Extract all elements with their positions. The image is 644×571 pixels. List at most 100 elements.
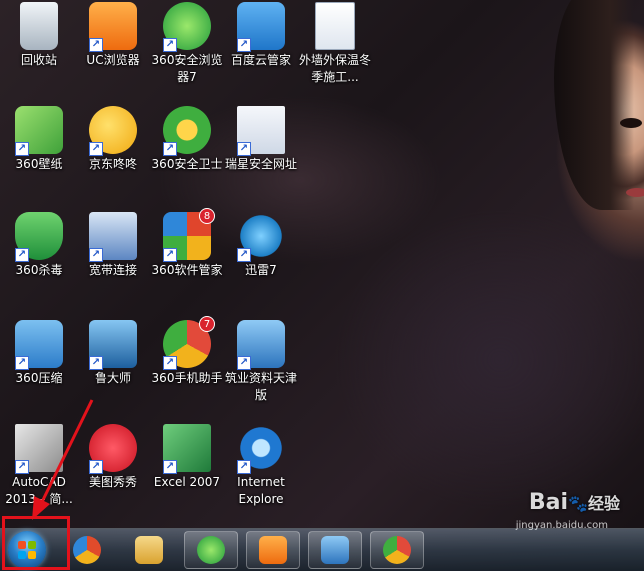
icon-label: AutoCAD 2013 – 简...	[5, 475, 73, 506]
broadband-connection-icon: ↗	[89, 212, 137, 262]
shortcut-arrow-icon: ↗	[89, 142, 103, 156]
desktop-icon-zhuye[interactable]: ↗ 筑业资料天津版	[224, 320, 298, 404]
baidu-jingyan-watermark: Bai🐾经验	[528, 490, 620, 515]
icon-label: Excel 2007	[153, 475, 221, 489]
desktop-icon-excel[interactable]: ↗ Excel 2007	[150, 424, 224, 491]
icon-label: 360压缩	[15, 371, 63, 385]
desktop-icon-360-wallpaper[interactable]: ↗ 360壁纸	[2, 106, 76, 173]
watermark-brand2: 经验	[587, 494, 620, 513]
shortcut-arrow-icon: ↗	[237, 38, 251, 52]
taskbar-uc-browser[interactable]	[246, 531, 300, 569]
icon-label: 360安全卫士	[151, 157, 223, 171]
meitu-icon: ↗	[89, 424, 137, 474]
desktop-icon-360-compress[interactable]: ↗ 360压缩	[2, 320, 76, 387]
shortcut-arrow-icon: ↗	[163, 356, 177, 370]
desktop: 回收站 ↗ 360壁纸 ↗ 360杀毒 ↗ 360压缩 ↗ AutoCAD 20…	[0, 0, 644, 528]
360-wallpaper-icon: ↗	[15, 106, 63, 156]
shortcut-arrow-icon: ↗	[237, 142, 251, 156]
taskbar-file-explorer[interactable]	[122, 531, 176, 569]
taskbar-360-browser[interactable]	[184, 531, 238, 569]
internet-explorer-icon: ↗	[237, 424, 285, 474]
icon-label: UC浏览器	[86, 53, 140, 67]
shortcut-arrow-icon: ↗	[163, 248, 177, 262]
desktop-icon-uc-browser[interactable]: ↗ UC浏览器	[76, 2, 150, 69]
desktop-icon-word-document[interactable]: 外墙外保温冬季施工...	[298, 2, 372, 86]
shortcut-arrow-icon: ↗	[89, 38, 103, 52]
shortcut-arrow-icon: ↗	[163, 460, 177, 474]
uc-browser-icon: ↗	[89, 2, 137, 52]
shortcut-arrow-icon: ↗	[237, 460, 251, 474]
desktop-icon-rising-browser[interactable]: ↗ 瑞星安全网址	[224, 106, 298, 173]
word-document-icon	[315, 2, 355, 50]
shortcut-arrow-icon: ↗	[237, 248, 251, 262]
icon-label: 迅雷7	[245, 263, 277, 277]
360-security-icon: ↗	[163, 106, 211, 156]
excel-icon: ↗	[163, 424, 211, 474]
desktop-icon-meitu[interactable]: ↗ 美图秀秀	[76, 424, 150, 491]
icon-label: 外墙外保温冬季施工...	[298, 53, 371, 84]
360-antivirus-icon: ↗	[15, 212, 63, 262]
shortcut-arrow-icon: ↗	[237, 356, 251, 370]
desktop-icon-360-software-manager[interactable]: 8 ↗ 360软件管家	[150, 208, 224, 279]
360-browser-taskbar-icon	[197, 536, 225, 564]
shortcut-arrow-icon: ↗	[163, 38, 177, 52]
shortcut-arrow-icon: ↗	[89, 356, 103, 370]
watermark-url: jingyan.baidu.com	[515, 520, 608, 531]
icon-label: 瑞星安全网址	[224, 157, 297, 171]
360-phone-assistant-icon: 7 ↗	[163, 316, 215, 370]
red-highlight-box	[2, 516, 70, 570]
icon-label: 筑业资料天津版	[224, 371, 297, 402]
icon-label: 360软件管家	[151, 263, 223, 277]
icon-label: 360安全浏览器7	[151, 53, 223, 84]
desktop-icon-broadband[interactable]: ↗ 宽带连接	[76, 212, 150, 279]
desktop-icon-ludashi[interactable]: ↗ 鲁大师	[76, 320, 150, 387]
desktop-icon-360-phone-assistant[interactable]: 7 ↗ 360手机助手	[150, 316, 224, 387]
icon-label: 鲁大师	[94, 371, 131, 385]
zhuye-taskbar-icon	[321, 536, 349, 564]
shortcut-arrow-icon: ↗	[89, 248, 103, 262]
icon-label: 360手机助手	[151, 371, 223, 385]
icon-label: 360杀毒	[15, 263, 63, 277]
desktop-icon-thunder[interactable]: ↗ 迅雷7	[224, 212, 298, 279]
zhuye-house-icon: ↗	[237, 320, 285, 370]
taskbar-zhuye[interactable]	[308, 531, 362, 569]
360-software-manager-icon: 8 ↗	[163, 208, 215, 262]
icon-label: 回收站	[20, 53, 57, 67]
file-explorer-icon	[135, 536, 163, 564]
thunder-icon: ↗	[237, 212, 285, 262]
desktop-icon-jd-dongdong[interactable]: ↗ 京东咚咚	[76, 106, 150, 173]
icon-label: Internet Explore	[237, 475, 285, 506]
shortcut-arrow-icon: ↗	[15, 142, 29, 156]
shortcut-arrow-icon: ↗	[15, 460, 29, 474]
shortcut-arrow-icon: ↗	[15, 248, 29, 262]
icon-label: 百度云管家	[230, 53, 291, 67]
autocad-icon: ↗	[15, 424, 63, 474]
desktop-icon-360-browser[interactable]: ↗ 360安全浏览器7	[150, 2, 224, 86]
shortcut-arrow-icon: ↗	[163, 142, 177, 156]
uc-browser-taskbar-icon	[259, 536, 287, 564]
icon-label: 美图秀秀	[88, 475, 137, 489]
notification-badge: 7	[199, 316, 215, 332]
rising-browser-icon: ↗	[237, 106, 285, 156]
baidu-cloud-icon: ↗	[237, 2, 285, 52]
360-compress-icon: ↗	[15, 320, 63, 370]
watermark-brand: Bai	[528, 490, 569, 515]
desktop-icon-360-security[interactable]: ↗ 360安全卫士	[150, 106, 224, 173]
taskbar-360-phone[interactable]	[370, 531, 424, 569]
360-browser-icon: ↗	[163, 2, 211, 52]
icon-label: 京东咚咚	[88, 157, 137, 171]
shortcut-arrow-icon: ↗	[15, 356, 29, 370]
360-phone-taskbar-icon	[383, 536, 411, 564]
icon-label: 360壁纸	[15, 157, 63, 171]
recycle-bin-icon	[20, 2, 58, 50]
notification-badge: 8	[199, 208, 215, 224]
ludashi-icon: ↗	[89, 320, 137, 370]
shortcut-arrow-icon: ↗	[89, 460, 103, 474]
desktop-icon-recycle-bin[interactable]: 回收站	[2, 2, 76, 69]
wallpaper-face	[554, 0, 644, 210]
desktop-icon-360-antivirus[interactable]: ↗ 360杀毒	[2, 212, 76, 279]
desktop-icon-internet-explorer[interactable]: ↗ Internet Explore	[224, 424, 298, 508]
desktop-icon-baidu-cloud[interactable]: ↗ 百度云管家	[224, 2, 298, 69]
desktop-icon-autocad[interactable]: ↗ AutoCAD 2013 – 简...	[2, 424, 76, 508]
icon-label: 宽带连接	[88, 263, 137, 277]
